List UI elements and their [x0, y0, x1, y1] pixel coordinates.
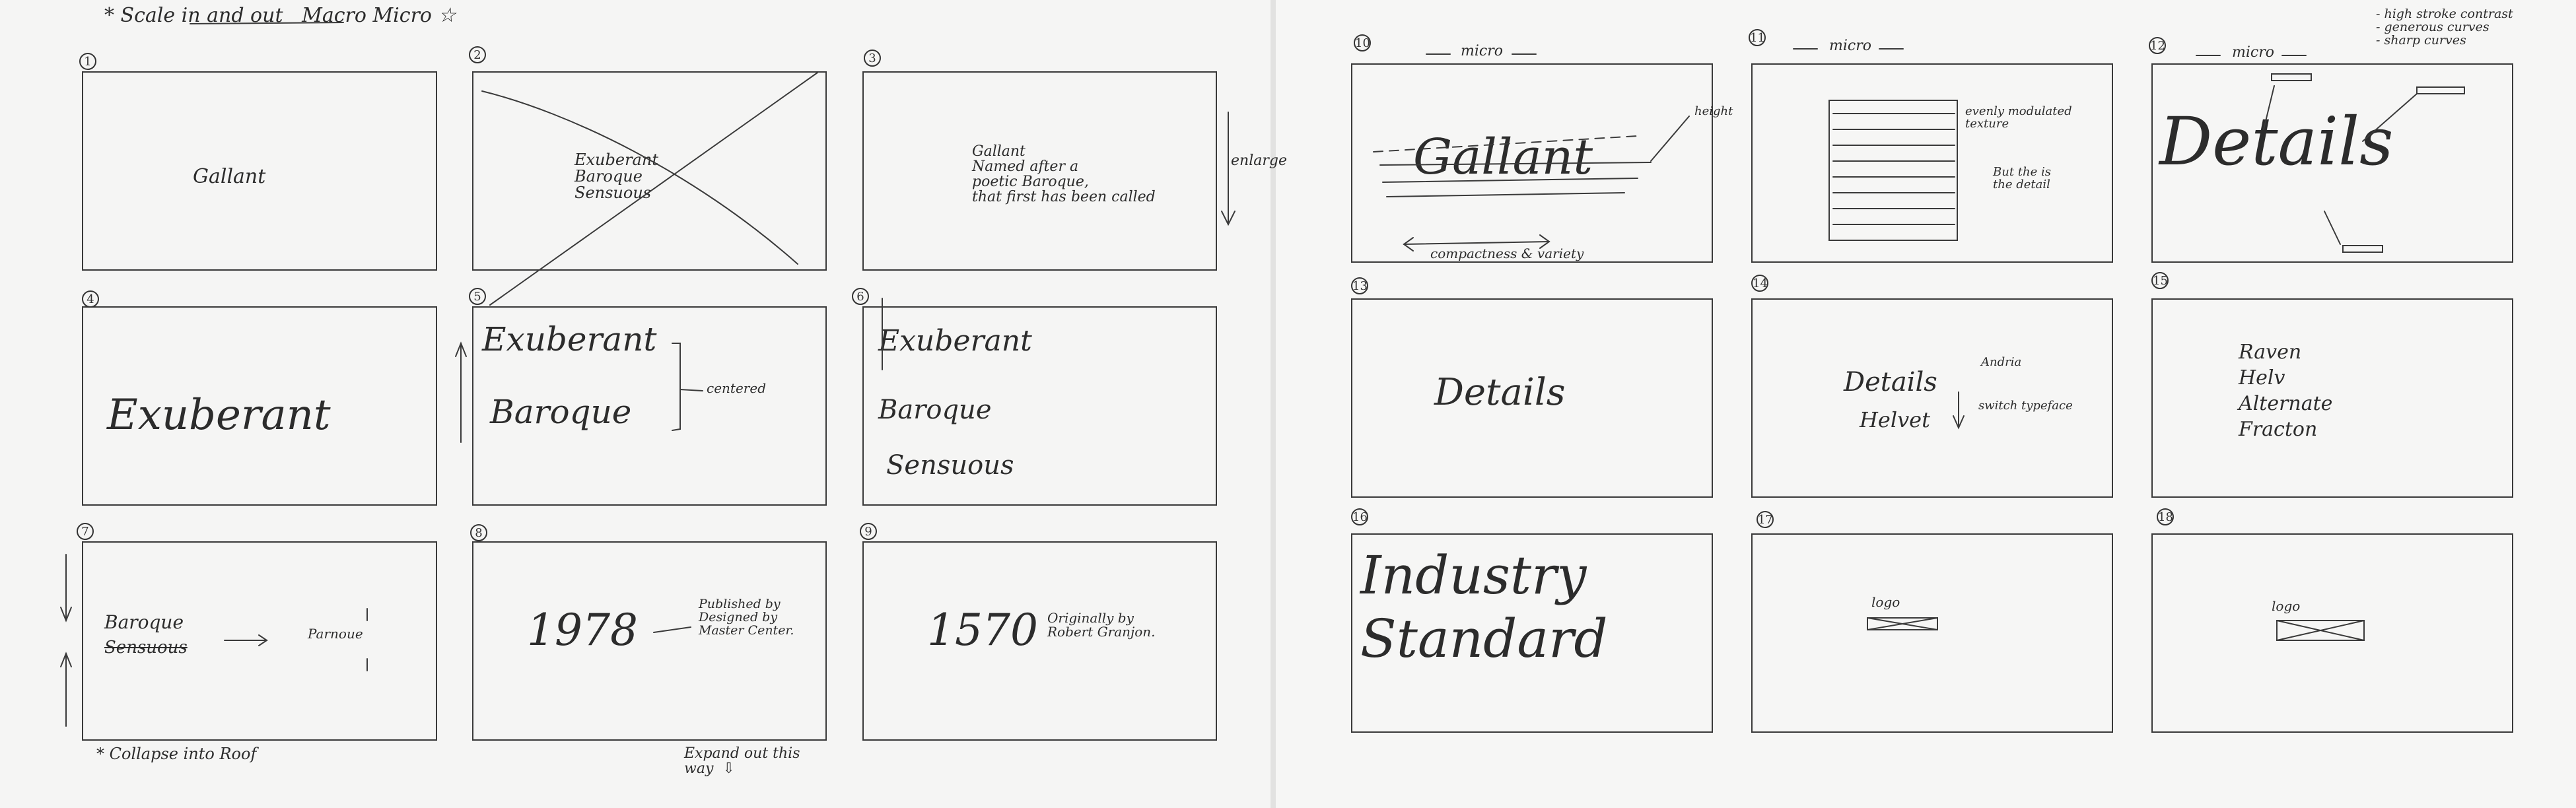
collapse-note: * Collapse into Roof [96, 745, 257, 763]
frame-text: Parnoue [308, 626, 363, 642]
frame-number: 18 [2157, 508, 2174, 525]
frame-number: 8 [470, 524, 487, 541]
frame-text: Helvet [1860, 407, 1930, 432]
side-note: switch typeface [1978, 399, 2073, 413]
frame-number: 5 [469, 288, 486, 305]
frame-number: 16 [1351, 508, 1368, 525]
frame-text: 1570 [927, 605, 1038, 656]
storyboard-frame-11 [1751, 63, 2113, 263]
frame-number: 1 [79, 53, 96, 70]
frame-text: Industry Standard [1360, 545, 1608, 669]
expand-note: Expand out this way ⇩ [684, 745, 800, 778]
frame-text: Details [2159, 103, 2394, 180]
frame-text: Published by Designed by Master Center. [699, 597, 794, 638]
side-note: enlarge [1231, 152, 1287, 169]
frame-text: Originally by Robert Granjon. [1047, 610, 1156, 640]
frame-text: Baroque [104, 611, 184, 633]
frame-text: Gallant Named after a poetic Baroque, th… [972, 143, 1156, 206]
frame-text: Gallant [1413, 129, 1593, 185]
frame-text: Raven Helv Alternate Fracton [2239, 341, 2333, 441]
storyboard-frame-17 [1751, 533, 2113, 733]
logo-placeholder: logo [2272, 598, 2301, 614]
frame-number: 6 [852, 288, 869, 305]
side-note: height [1694, 104, 1733, 118]
frame-text: Sensuous [104, 638, 188, 657]
frame-number: 3 [864, 50, 881, 67]
frame-label: micro [1461, 43, 1503, 59]
frame-number: 10 [1354, 34, 1371, 51]
side-note: But the is the detail [1993, 165, 2051, 191]
storyboard-frame-8 [472, 541, 827, 741]
frame-number: 9 [860, 523, 877, 540]
frame-text: Sensuous [886, 450, 1014, 481]
side-note: evenly modulated texture [1965, 104, 2072, 131]
frame-text: 1978 [527, 605, 638, 656]
bottom-note: compactness & variety [1430, 246, 1584, 261]
logo-placeholder: logo [1871, 594, 1900, 610]
frame-number: 12 [2149, 37, 2166, 54]
frame-label: micro [1829, 38, 1871, 54]
side-note: centered [707, 380, 766, 396]
frame-text: Exuberant [107, 391, 331, 440]
storyboard-frame-14 [1751, 298, 2113, 498]
frame-number: 14 [1751, 275, 1768, 292]
frame-number: 7 [77, 523, 94, 540]
side-note: Andria [1981, 355, 2022, 369]
frame-number: 13 [1351, 277, 1368, 294]
frame-text: Details [1844, 367, 1937, 397]
frame-text: Baroque [878, 395, 992, 425]
frame-text: Exuberant Baroque Sensuous [574, 151, 658, 203]
storyboard-frame-9 [862, 541, 1217, 741]
frame-number: 11 [1749, 29, 1766, 46]
frame-number: 15 [2151, 272, 2169, 289]
frame-number: 4 [82, 290, 99, 308]
frame-text: Gallant [193, 165, 266, 188]
frame-text: Baroque [490, 393, 632, 431]
storyboard-frame-18 [2151, 533, 2513, 733]
frame-text: Details [1434, 371, 1566, 414]
top-right-note: - high stroke contrast - generous curves… [2376, 7, 2513, 48]
frame-number: 2 [469, 46, 486, 63]
frame-number: 17 [1757, 511, 1774, 528]
frame-label: micro [2232, 44, 2274, 61]
frame-text: Exuberant [878, 324, 1032, 358]
scale-note: * Scale in and out Macro Micro ☆ [104, 4, 456, 27]
frame-text: Exuberant [482, 320, 657, 358]
